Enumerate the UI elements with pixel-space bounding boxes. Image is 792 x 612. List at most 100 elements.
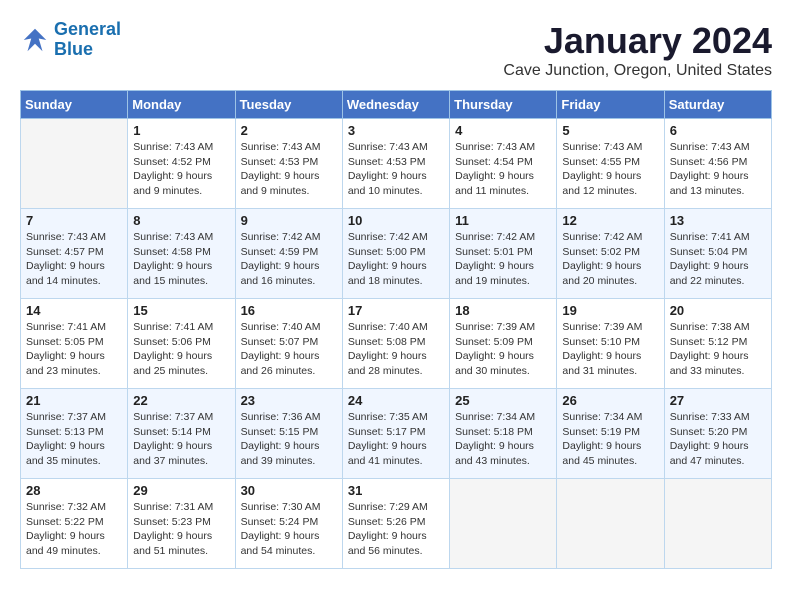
day-number: 30: [241, 483, 337, 498]
day-number: 8: [133, 213, 229, 228]
day-number: 22: [133, 393, 229, 408]
day-info: Sunrise: 7:42 AM Sunset: 5:02 PM Dayligh…: [562, 230, 658, 289]
day-cell-13: 13Sunrise: 7:41 AM Sunset: 5:04 PM Dayli…: [664, 209, 771, 299]
day-info: Sunrise: 7:31 AM Sunset: 5:23 PM Dayligh…: [133, 500, 229, 559]
day-cell-19: 19 Sunrise: 7:39 AM Sunset: 5:10 PM Dayli…: [557, 299, 664, 389]
header-day-friday: Friday: [557, 91, 664, 119]
calendar-table: SundayMondayTuesdayWednesdayThursdayFrid…: [20, 90, 772, 569]
day-number: 3: [348, 123, 444, 138]
day-number: 21: [26, 393, 122, 408]
calendar-subtitle: Cave Junction, Oregon, United States: [503, 62, 772, 80]
day-info: Sunrise: 7:43 AM Sunset: 4:55 PM Dayligh…: [562, 140, 658, 199]
calendar-title: January 2024: [503, 20, 772, 62]
day-cell-27: 27 Sunrise: 7:33 AM Sunset: 5:20 PM Dayli…: [664, 389, 771, 479]
day-number: 23: [241, 393, 337, 408]
day-cell-5: 5 Sunrise: 7:43 AM Sunset: 4:55 PM Daylig…: [557, 119, 664, 209]
day-cell-15: 15 Sunrise: 7:41 AM Sunset: 5:06 PM Dayli…: [128, 299, 235, 389]
day-number: 20: [670, 303, 766, 318]
week-row-5: 28 Sunrise: 7:32 AM Sunset: 5:22 PM Dayli…: [21, 479, 772, 569]
day-number: 31: [348, 483, 444, 498]
empty-cell: [450, 479, 557, 569]
header-day-tuesday: Tuesday: [235, 91, 342, 119]
day-number: 19: [562, 303, 658, 318]
day-cell-14: 14Sunrise: 7:41 AM Sunset: 5:05 PM Dayli…: [21, 299, 128, 389]
day-cell-30: 30Sunrise: 7:30 AM Sunset: 5:24 PM Dayli…: [235, 479, 342, 569]
day-number: 4: [455, 123, 551, 138]
day-info: Sunrise: 7:43 AM Sunset: 4:54 PM Dayligh…: [455, 140, 551, 199]
day-cell-31: 31 Sunrise: 7:29 AM Sunset: 5:26 PM Dayli…: [342, 479, 449, 569]
logo-icon: [20, 25, 50, 55]
day-cell-18: 18Sunrise: 7:39 AM Sunset: 5:09 PM Dayli…: [450, 299, 557, 389]
day-info: Sunrise: 7:43 AM Sunset: 4:56 PM Dayligh…: [670, 140, 766, 199]
day-number: 11: [455, 213, 551, 228]
day-info: Sunrise: 7:41 AM Sunset: 5:06 PM Dayligh…: [133, 320, 229, 379]
logo-text: General Blue: [54, 20, 121, 60]
day-cell-1: 1Sunrise: 7:43 AM Sunset: 4:52 PM Daylig…: [128, 119, 235, 209]
day-info: Sunrise: 7:43 AM Sunset: 4:53 PM Dayligh…: [348, 140, 444, 199]
day-cell-26: 26Sunrise: 7:34 AM Sunset: 5:19 PM Dayli…: [557, 389, 664, 479]
day-number: 27: [670, 393, 766, 408]
day-number: 5: [562, 123, 658, 138]
day-info: Sunrise: 7:34 AM Sunset: 5:19 PM Dayligh…: [562, 410, 658, 469]
day-number: 17: [348, 303, 444, 318]
day-cell-3: 3 Sunrise: 7:43 AM Sunset: 4:53 PM Daylig…: [342, 119, 449, 209]
day-info: Sunrise: 7:43 AM Sunset: 4:57 PM Dayligh…: [26, 230, 122, 289]
page-header: General Blue January 2024 Cave Junction,…: [20, 20, 772, 80]
day-info: Sunrise: 7:40 AM Sunset: 5:08 PM Dayligh…: [348, 320, 444, 379]
day-number: 24: [348, 393, 444, 408]
day-info: Sunrise: 7:34 AM Sunset: 5:18 PM Dayligh…: [455, 410, 551, 469]
day-number: 7: [26, 213, 122, 228]
day-cell-2: 2 Sunrise: 7:43 AM Sunset: 4:53 PM Daylig…: [235, 119, 342, 209]
header-day-wednesday: Wednesday: [342, 91, 449, 119]
day-info: Sunrise: 7:33 AM Sunset: 5:20 PM Dayligh…: [670, 410, 766, 469]
day-number: 12: [562, 213, 658, 228]
day-info: Sunrise: 7:43 AM Sunset: 4:58 PM Dayligh…: [133, 230, 229, 289]
day-info: Sunrise: 7:35 AM Sunset: 5:17 PM Dayligh…: [348, 410, 444, 469]
week-row-3: 14Sunrise: 7:41 AM Sunset: 5:05 PM Dayli…: [21, 299, 772, 389]
day-cell-7: 7 Sunrise: 7:43 AM Sunset: 4:57 PM Daylig…: [21, 209, 128, 299]
day-info: Sunrise: 7:41 AM Sunset: 5:04 PM Dayligh…: [670, 230, 766, 289]
header-row: SundayMondayTuesdayWednesdayThursdayFrid…: [21, 91, 772, 119]
day-number: 10: [348, 213, 444, 228]
day-number: 2: [241, 123, 337, 138]
day-cell-6: 6Sunrise: 7:43 AM Sunset: 4:56 PM Daylig…: [664, 119, 771, 209]
day-number: 16: [241, 303, 337, 318]
day-cell-24: 24 Sunrise: 7:35 AM Sunset: 5:17 PM Dayli…: [342, 389, 449, 479]
day-cell-17: 17 Sunrise: 7:40 AM Sunset: 5:08 PM Dayli…: [342, 299, 449, 389]
header-day-sunday: Sunday: [21, 91, 128, 119]
logo: General Blue: [20, 20, 121, 60]
day-cell-25: 25Sunrise: 7:34 AM Sunset: 5:18 PM Dayli…: [450, 389, 557, 479]
day-info: Sunrise: 7:29 AM Sunset: 5:26 PM Dayligh…: [348, 500, 444, 559]
day-info: Sunrise: 7:41 AM Sunset: 5:05 PM Dayligh…: [26, 320, 122, 379]
day-cell-12: 12 Sunrise: 7:42 AM Sunset: 5:02 PM Dayli…: [557, 209, 664, 299]
day-info: Sunrise: 7:37 AM Sunset: 5:13 PM Dayligh…: [26, 410, 122, 469]
day-info: Sunrise: 7:42 AM Sunset: 5:01 PM Dayligh…: [455, 230, 551, 289]
day-info: Sunrise: 7:38 AM Sunset: 5:12 PM Dayligh…: [670, 320, 766, 379]
day-info: Sunrise: 7:37 AM Sunset: 5:14 PM Dayligh…: [133, 410, 229, 469]
day-cell-23: 23Sunrise: 7:36 AM Sunset: 5:15 PM Dayli…: [235, 389, 342, 479]
week-row-2: 7 Sunrise: 7:43 AM Sunset: 4:57 PM Daylig…: [21, 209, 772, 299]
day-number: 28: [26, 483, 122, 498]
day-cell-4: 4 Sunrise: 7:43 AM Sunset: 4:54 PM Daylig…: [450, 119, 557, 209]
day-info: Sunrise: 7:43 AM Sunset: 4:52 PM Dayligh…: [133, 140, 229, 199]
header-day-thursday: Thursday: [450, 91, 557, 119]
day-info: Sunrise: 7:43 AM Sunset: 4:53 PM Dayligh…: [241, 140, 337, 199]
day-cell-20: 20 Sunrise: 7:38 AM Sunset: 5:12 PM Dayli…: [664, 299, 771, 389]
day-info: Sunrise: 7:42 AM Sunset: 4:59 PM Dayligh…: [241, 230, 337, 289]
day-cell-11: 11 Sunrise: 7:42 AM Sunset: 5:01 PM Dayli…: [450, 209, 557, 299]
day-cell-29: 29Sunrise: 7:31 AM Sunset: 5:23 PM Dayli…: [128, 479, 235, 569]
empty-cell: [664, 479, 771, 569]
day-number: 18: [455, 303, 551, 318]
week-row-4: 21 Sunrise: 7:37 AM Sunset: 5:13 PM Dayli…: [21, 389, 772, 479]
week-row-1: 1Sunrise: 7:43 AM Sunset: 4:52 PM Daylig…: [21, 119, 772, 209]
day-cell-28: 28 Sunrise: 7:32 AM Sunset: 5:22 PM Dayli…: [21, 479, 128, 569]
day-cell-16: 16 Sunrise: 7:40 AM Sunset: 5:07 PM Dayli…: [235, 299, 342, 389]
day-info: Sunrise: 7:40 AM Sunset: 5:07 PM Dayligh…: [241, 320, 337, 379]
empty-cell: [557, 479, 664, 569]
day-info: Sunrise: 7:32 AM Sunset: 5:22 PM Dayligh…: [26, 500, 122, 559]
day-info: Sunrise: 7:39 AM Sunset: 5:10 PM Dayligh…: [562, 320, 658, 379]
day-number: 15: [133, 303, 229, 318]
day-cell-9: 9Sunrise: 7:42 AM Sunset: 4:59 PM Daylig…: [235, 209, 342, 299]
day-cell-8: 8 Sunrise: 7:43 AM Sunset: 4:58 PM Daylig…: [128, 209, 235, 299]
empty-cell: [21, 119, 128, 209]
